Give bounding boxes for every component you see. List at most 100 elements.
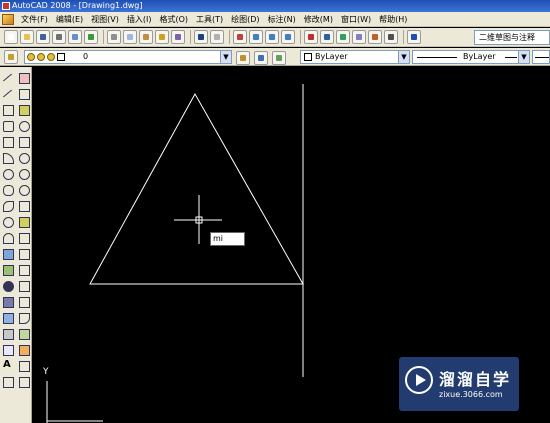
triangle-shape[interactable]: [89, 92, 304, 285]
toolbar-separator: [403, 30, 404, 44]
modify-toolbar: [17, 71, 31, 388]
stretch-icon[interactable]: [17, 199, 30, 212]
color-swatch: [304, 53, 312, 61]
make-current-layer-icon[interactable]: [236, 51, 250, 65]
arc-icon[interactable]: [1, 151, 14, 164]
menu-draw[interactable]: 绘图(D): [227, 14, 263, 25]
fillet-icon[interactable]: [17, 311, 30, 324]
new-file-icon[interactable]: [4, 30, 18, 44]
revision-cloud-icon[interactable]: [1, 183, 14, 196]
help-icon[interactable]: [407, 30, 421, 44]
spline-icon[interactable]: [1, 199, 14, 212]
menu-modify[interactable]: 修改(M): [300, 14, 337, 25]
menu-file[interactable]: 文件(F): [17, 14, 52, 25]
layers-properties-toolbar: 0 ▼ ByLayer ▼ ByLayer ▼: [0, 48, 550, 66]
plot-icon[interactable]: [52, 30, 66, 44]
join-icon[interactable]: [17, 279, 30, 292]
move-icon[interactable]: [17, 151, 30, 164]
sheet-set-icon[interactable]: [352, 30, 366, 44]
pan-icon[interactable]: [233, 30, 247, 44]
design-center-icon[interactable]: [320, 30, 334, 44]
copy-icon[interactable]: [123, 30, 137, 44]
layer-on-icon: [27, 53, 35, 61]
extend-icon[interactable]: [17, 231, 30, 244]
linetype-preview: [505, 57, 517, 58]
cut-icon[interactable]: [107, 30, 121, 44]
layer-manager-icon[interactable]: [4, 50, 18, 64]
watermark-logo: 溜溜自学 zixue.3066.com: [399, 357, 519, 411]
ellipse-icon[interactable]: [1, 215, 14, 228]
explode-icon[interactable]: [17, 327, 30, 340]
table-icon[interactable]: [1, 343, 14, 356]
insert-block-icon[interactable]: [1, 247, 14, 260]
redo-icon[interactable]: [210, 30, 224, 44]
menu-dimension[interactable]: 标注(N): [264, 14, 300, 25]
copy-object-icon[interactable]: [17, 87, 30, 100]
rotate-icon[interactable]: [17, 167, 30, 180]
menu-window[interactable]: 窗口(W): [337, 14, 375, 25]
zoom-realtime-icon[interactable]: [249, 30, 263, 44]
layer-previous-icon[interactable]: [254, 51, 268, 65]
make-block-icon[interactable]: [1, 263, 14, 276]
undo-icon[interactable]: [194, 30, 208, 44]
chevron-down-icon[interactable]: ▼: [398, 51, 409, 63]
polyline-icon[interactable]: [1, 103, 14, 116]
zoom-previous-icon[interactable]: [281, 30, 295, 44]
menu-format[interactable]: 格式(O): [155, 14, 192, 25]
region-icon[interactable]: [1, 327, 14, 340]
chamfer-icon[interactable]: [17, 295, 30, 308]
open-file-icon[interactable]: [20, 30, 34, 44]
construction-line-icon[interactable]: [1, 87, 14, 100]
document-menu-icon[interactable]: [2, 13, 14, 25]
mirror-icon[interactable]: [17, 103, 30, 116]
menu-view[interactable]: 视图(V): [87, 14, 123, 25]
break-icon[interactable]: [17, 263, 30, 276]
offset-icon[interactable]: [17, 119, 30, 132]
lineweight-dropdown[interactable]: [532, 50, 550, 64]
save-icon[interactable]: [36, 30, 50, 44]
menu-edit[interactable]: 编辑(E): [52, 14, 87, 25]
calculator-icon[interactable]: [384, 30, 398, 44]
menu-help[interactable]: 帮助(H): [375, 14, 411, 25]
line-icon[interactable]: [1, 71, 14, 84]
layer-dropdown[interactable]: 0 ▼: [24, 50, 232, 64]
break-at-point-icon[interactable]: [17, 247, 30, 260]
match-properties-icon[interactable]: [155, 30, 169, 44]
circle-icon[interactable]: [1, 167, 14, 180]
chevron-down-icon[interactable]: ▼: [220, 51, 231, 63]
scale-icon[interactable]: [17, 183, 30, 196]
plot-preview-icon[interactable]: [68, 30, 82, 44]
point-icon[interactable]: [1, 279, 14, 292]
tool-palettes-icon[interactable]: [336, 30, 350, 44]
multiline-text-icon[interactable]: [1, 359, 14, 372]
polygon-icon[interactable]: [1, 119, 14, 132]
hatch-icon[interactable]: [1, 295, 14, 308]
layer-thaw-icon: [37, 53, 45, 61]
modify-tool-icon[interactable]: [17, 375, 30, 388]
paste-icon[interactable]: [139, 30, 153, 44]
publish-icon[interactable]: [84, 30, 98, 44]
erase-icon[interactable]: [17, 71, 30, 84]
trim-icon[interactable]: [17, 215, 30, 228]
properties-icon[interactable]: [304, 30, 318, 44]
dynamic-input-field[interactable]: mi: [210, 232, 245, 246]
layer-state-icon[interactable]: [272, 51, 286, 65]
workspace-dropdown[interactable]: 二维草图与注释: [474, 30, 550, 45]
modify-tool-icon[interactable]: [17, 359, 30, 372]
menu-insert[interactable]: 插入(I): [123, 14, 156, 25]
tool-icon[interactable]: [1, 375, 14, 388]
ellipse-arc-icon[interactable]: [1, 231, 14, 244]
modify-tool-icon[interactable]: [17, 343, 30, 356]
menu-tools[interactable]: 工具(T): [192, 14, 227, 25]
linetype-dropdown[interactable]: ByLayer ▼: [412, 50, 530, 64]
array-icon[interactable]: [17, 135, 30, 148]
chevron-down-icon[interactable]: ▼: [518, 51, 529, 63]
window-title: AutoCAD 2008 - [Drawing1.dwg]: [12, 1, 143, 10]
watermark-title: 溜溜自学: [439, 370, 512, 389]
color-dropdown[interactable]: ByLayer ▼: [300, 50, 410, 64]
rectangle-icon[interactable]: [1, 135, 14, 148]
markup-icon[interactable]: [368, 30, 382, 44]
zoom-window-icon[interactable]: [265, 30, 279, 44]
block-editor-icon[interactable]: [171, 30, 185, 44]
gradient-icon[interactable]: [1, 311, 14, 324]
